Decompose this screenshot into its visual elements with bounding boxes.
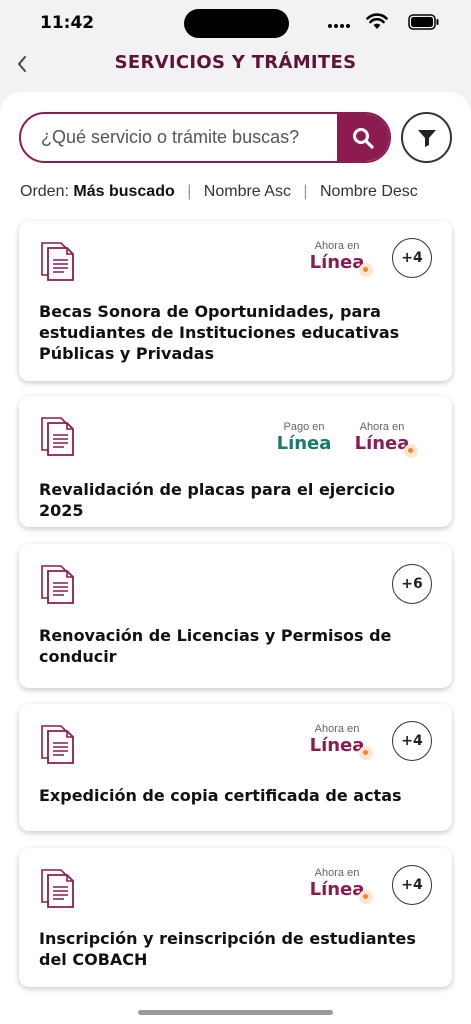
battery-icon xyxy=(408,14,439,30)
sort-option-most-searched[interactable]: Más buscado xyxy=(73,183,174,200)
document-icon xyxy=(41,417,74,456)
more-badge[interactable]: +4 xyxy=(392,238,432,278)
search-input[interactable] xyxy=(21,114,339,161)
search-bar xyxy=(19,112,391,163)
document-icon xyxy=(41,869,74,908)
service-card[interactable]: Ahora en Línea +4 Becas Sonora de Oportu… xyxy=(19,221,452,381)
more-badge[interactable]: +6 xyxy=(392,564,432,604)
document-icon xyxy=(41,565,74,604)
ahora-en-linea-badge: Ahora en Línea xyxy=(307,723,374,760)
service-title: Renovación de Licencias y Permisos de co… xyxy=(39,626,392,666)
badge-linea-text: Línea xyxy=(309,735,365,756)
ahora-en-linea-badge: Ahora en Línea xyxy=(352,421,419,458)
signal-icon xyxy=(328,18,352,28)
service-title: Expedición de copia certificada de actas xyxy=(39,786,402,805)
ahora-en-linea-badge: Ahora en Línea xyxy=(307,240,374,277)
ahora-en-linea-badge: Ahora en Línea xyxy=(307,867,374,904)
filter-icon xyxy=(417,129,436,147)
badge-small-text: Ahora en xyxy=(359,421,405,433)
top-bar: 11:42 SERVICIOS Y TRÁMITES xyxy=(0,0,471,92)
sort-separator: | xyxy=(187,183,192,200)
service-title: Revalidación de placas para el ejercicio… xyxy=(39,480,395,520)
dynamic-island xyxy=(184,9,289,38)
status-time: 11:42 xyxy=(40,13,95,33)
search-icon xyxy=(353,127,374,149)
sort-label: Orden: xyxy=(20,183,69,200)
sort-separator: | xyxy=(303,183,308,200)
document-icon xyxy=(41,242,74,281)
service-card[interactable]: Ahora en Línea +4 Expedición de copia ce… xyxy=(19,704,452,831)
badge-small-text: Ahora en xyxy=(314,867,360,879)
document-icon xyxy=(41,725,74,764)
badge-small-text: Pago en xyxy=(283,421,325,433)
sort-option-name-asc[interactable]: Nombre Asc xyxy=(204,183,291,200)
more-badge[interactable]: +4 xyxy=(392,865,432,905)
badge-linea-text: Línea xyxy=(276,433,332,454)
badge-linea-text: Línea xyxy=(309,879,365,900)
badge-linea-text: Línea xyxy=(354,433,410,454)
service-card[interactable]: Ahora en Línea +4 Inscripción y reinscri… xyxy=(19,848,452,987)
page-title: SERVICIOS Y TRÁMITES xyxy=(114,52,357,73)
pago-en-linea-badge: Pago en Línea xyxy=(274,421,334,454)
filter-button[interactable] xyxy=(401,112,452,163)
home-indicator[interactable] xyxy=(138,1010,333,1015)
sort-option-name-desc[interactable]: Nombre Desc xyxy=(320,183,418,200)
badge-linea-text: Línea xyxy=(309,252,365,273)
search-button[interactable] xyxy=(337,114,389,161)
service-title: Becas Sonora de Oportunidades, para estu… xyxy=(39,302,400,363)
sort-options: Orden: Más buscado | Nombre Asc | Nombre… xyxy=(20,183,418,201)
badge-small-text: Ahora en xyxy=(314,240,360,252)
badge-small-text: Ahora en xyxy=(314,723,360,735)
more-badge[interactable]: +4 xyxy=(392,721,432,761)
service-title: Inscripción y reinscripción de estudiant… xyxy=(39,929,416,969)
wifi-icon xyxy=(366,13,388,29)
service-card[interactable]: +6 Renovación de Licencias y Permisos de… xyxy=(19,544,452,688)
service-card[interactable]: Pago en Línea Ahora en Línea Revalidació… xyxy=(19,396,452,527)
